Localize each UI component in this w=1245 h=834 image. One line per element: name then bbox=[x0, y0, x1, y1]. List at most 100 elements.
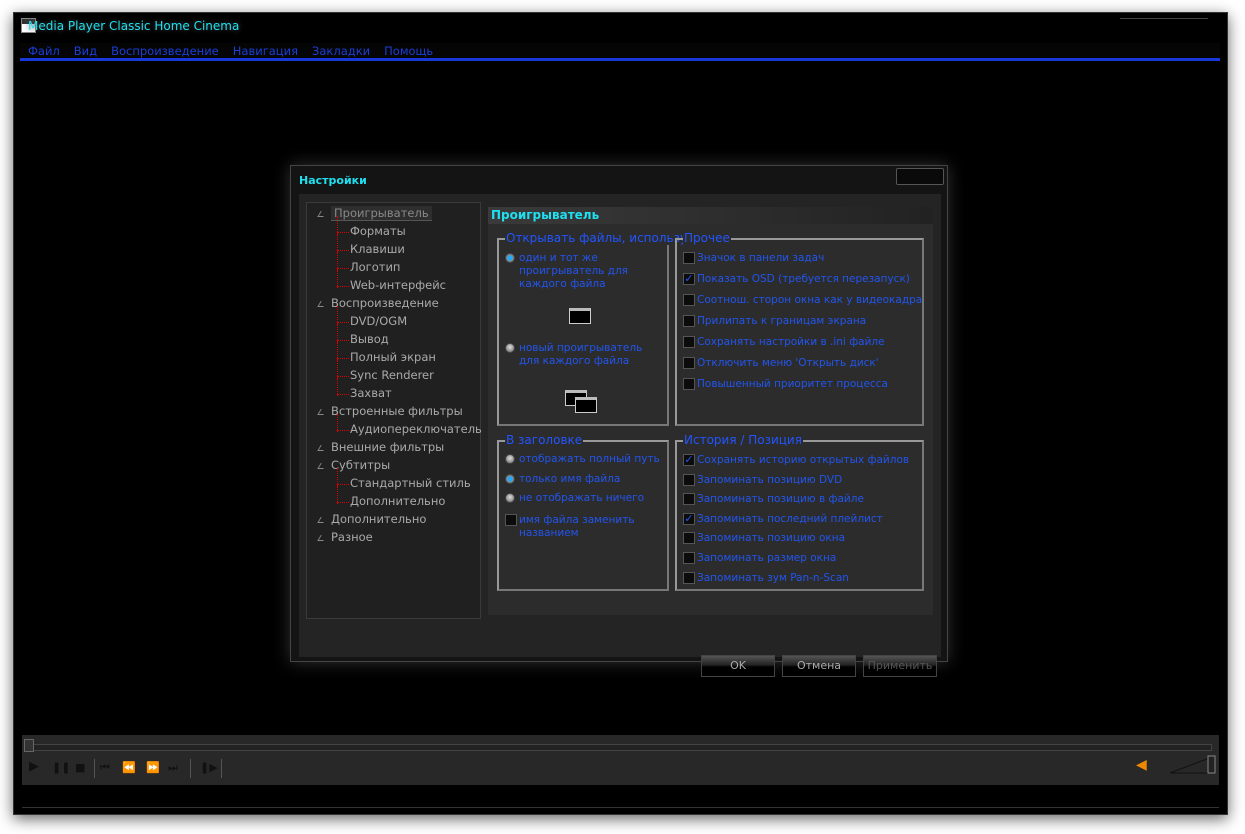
tree-item[interactable]: Стандартный стиль bbox=[350, 476, 471, 490]
prev-icon[interactable]: ⏮ bbox=[100, 761, 110, 775]
checkbox[interactable] bbox=[683, 294, 695, 306]
radio-button[interactable] bbox=[505, 493, 515, 503]
expand-icon[interactable] bbox=[317, 409, 327, 415]
window-controls[interactable] bbox=[1120, 18, 1208, 26]
expand-icon[interactable] bbox=[317, 517, 327, 523]
tree-item[interactable]: DVD/OGM bbox=[350, 314, 407, 328]
settings-tree[interactable]: Проигрыватель Форматы Клавиши Логотип Web-ин… bbox=[306, 202, 482, 619]
play-icon[interactable]: ▶ bbox=[29, 759, 39, 774]
volume-slider[interactable] bbox=[1168, 755, 1218, 775]
radio-button[interactable] bbox=[505, 454, 515, 464]
tree-item[interactable]: Дополнительно bbox=[331, 512, 426, 526]
window-title: Media Player Classic Home Cinema bbox=[28, 19, 240, 33]
checkbox[interactable]: ✓ bbox=[683, 454, 695, 466]
tree-item[interactable]: Захват bbox=[350, 386, 392, 400]
seek-bar[interactable] bbox=[30, 744, 1212, 751]
tree-item[interactable]: Клавиши bbox=[350, 242, 405, 256]
tree-item[interactable]: Встроенные фильтры bbox=[331, 404, 463, 418]
apply-button[interactable]: Применить bbox=[863, 655, 937, 677]
close-button[interactable] bbox=[896, 168, 944, 185]
tree-connector bbox=[337, 250, 349, 251]
rewind-icon[interactable]: ⏪ bbox=[122, 761, 136, 774]
group-label: Открывать файлы, использу bbox=[505, 231, 689, 245]
ok-button[interactable]: OK bbox=[701, 655, 775, 677]
speaker-icon[interactable]: ◀ bbox=[1136, 757, 1147, 773]
option-label: не отображать ничего bbox=[519, 492, 645, 504]
tree-connector bbox=[337, 324, 338, 342]
cancel-button[interactable]: Отмена bbox=[782, 655, 856, 677]
checkbox[interactable] bbox=[683, 532, 695, 545]
menu-bar: Файл Вид Воспроизведение Навигация Закладки П… bbox=[20, 43, 1220, 61]
menu-navigate[interactable]: Навигация bbox=[233, 44, 298, 58]
checkbox[interactable] bbox=[683, 493, 695, 506]
tree-connector bbox=[337, 252, 338, 270]
checkbox[interactable] bbox=[683, 552, 695, 564]
tree-connector bbox=[337, 360, 338, 378]
tree-item[interactable]: Логотип bbox=[350, 260, 400, 274]
tree-item[interactable]: Дополнительно bbox=[350, 494, 445, 508]
checkbox[interactable] bbox=[683, 252, 695, 264]
option-label: Запоминать последний плейлист bbox=[697, 512, 883, 525]
seek-thumb[interactable] bbox=[24, 739, 34, 752]
checkbox[interactable] bbox=[683, 336, 695, 348]
checkbox[interactable] bbox=[683, 473, 695, 486]
tree-item[interactable]: Полный экран bbox=[350, 350, 436, 364]
expand-icon[interactable] bbox=[317, 535, 327, 541]
tree-item[interactable]: Субтитры bbox=[331, 458, 390, 472]
tree-connector bbox=[337, 232, 349, 233]
option-label: только имя файла bbox=[519, 472, 621, 485]
frame-step-icon[interactable]: ❚▶ bbox=[200, 761, 218, 774]
control-bar: ▶ ❚❚ ■ ⏮ ⏪ ⏩ ⏭ ❚▶ ◀ bbox=[22, 735, 1219, 785]
tree-item[interactable]: Проигрыватель bbox=[331, 206, 432, 221]
radio-new-player[interactable] bbox=[505, 343, 515, 353]
stop-icon[interactable]: ■ bbox=[75, 761, 85, 774]
open-files-group: Открывать файлы, использу один и тот же … bbox=[497, 231, 689, 426]
menu-view[interactable]: Вид bbox=[74, 44, 97, 58]
tree-connector bbox=[337, 484, 349, 485]
option-label: Отключить меню 'Открыть диск' bbox=[697, 357, 879, 369]
option-label: Соотнош. сторон окна как у видеокадра bbox=[697, 294, 923, 306]
tree-connector bbox=[337, 216, 338, 234]
tree-item[interactable]: Форматы bbox=[350, 224, 406, 238]
option-label: Запоминать зум Pan-n-Scan bbox=[697, 571, 849, 584]
checkbox[interactable]: ✓ bbox=[683, 512, 695, 525]
radio-button[interactable] bbox=[505, 473, 515, 484]
next-icon[interactable]: ⏭ bbox=[168, 761, 178, 775]
menu-favorites[interactable]: Закладки bbox=[312, 44, 370, 58]
tree-item[interactable]: Вывод bbox=[350, 332, 389, 346]
option-label: Значок в панели задач bbox=[697, 252, 825, 264]
tree-item[interactable]: Web-интерфейс bbox=[350, 278, 446, 292]
expand-icon[interactable] bbox=[317, 301, 327, 307]
status-bar bbox=[22, 785, 1219, 808]
radio-same-player[interactable] bbox=[505, 253, 515, 263]
settings-page: Проигрыватель Открывать файлы, использу … bbox=[488, 207, 933, 615]
tree-connector bbox=[337, 378, 338, 396]
expand-icon[interactable] bbox=[317, 445, 327, 451]
checkbox[interactable] bbox=[683, 315, 695, 327]
tree-item[interactable]: Аудиопереключатель bbox=[350, 422, 482, 436]
tree-connector bbox=[337, 322, 349, 323]
tree-connector bbox=[337, 376, 349, 377]
tree-item[interactable]: Sync Renderer bbox=[350, 368, 434, 382]
expand-icon[interactable] bbox=[317, 211, 327, 217]
option-label: Прилипать к границам экрана bbox=[697, 315, 867, 327]
option-label: Сохранять историю открытых файлов bbox=[697, 454, 910, 466]
tree-connector bbox=[337, 358, 349, 359]
checkbox[interactable] bbox=[683, 378, 695, 390]
menu-file[interactable]: Файл bbox=[28, 44, 60, 58]
checkbox[interactable] bbox=[683, 357, 695, 369]
tree-item[interactable]: Внешние фильтры bbox=[331, 440, 444, 454]
pause-icon[interactable]: ❚❚ bbox=[52, 761, 70, 774]
tree-connector bbox=[337, 270, 338, 288]
checkbox-replace-title[interactable] bbox=[505, 514, 517, 526]
forward-icon[interactable]: ⏩ bbox=[146, 761, 160, 774]
option-label: Показать OSD (требуется перезапуск) bbox=[697, 273, 910, 285]
menu-help[interactable]: Помощь bbox=[384, 44, 433, 58]
expand-icon[interactable] bbox=[317, 463, 327, 469]
checkbox[interactable]: ✓ bbox=[683, 273, 695, 285]
other-group: Прочее Значок в панели задач ✓ Показать OS… bbox=[675, 231, 924, 426]
tree-item[interactable]: Разное bbox=[331, 530, 373, 544]
checkbox[interactable] bbox=[683, 571, 695, 584]
tree-item[interactable]: Воспроизведение bbox=[331, 296, 439, 310]
menu-play[interactable]: Воспроизведение bbox=[111, 44, 219, 58]
